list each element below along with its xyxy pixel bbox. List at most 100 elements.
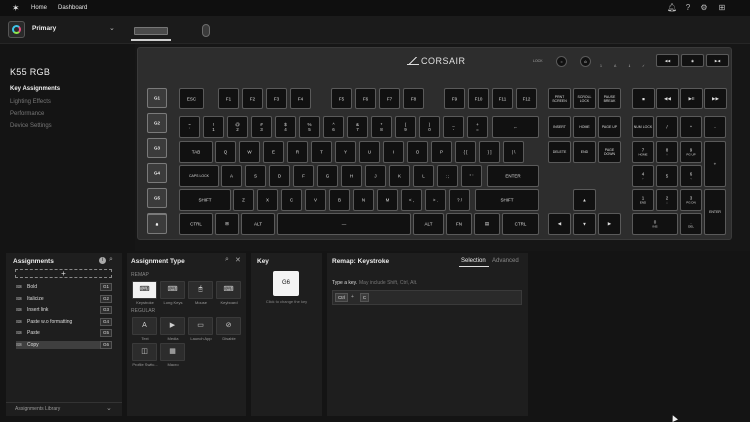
key-alt-left[interactable]: ALT bbox=[241, 213, 275, 235]
key-h[interactable]: H bbox=[341, 165, 362, 187]
menu-performance[interactable]: Performance bbox=[10, 111, 44, 117]
search-icon[interactable]: ⌕ bbox=[109, 256, 113, 264]
key-f2[interactable]: F2 bbox=[242, 88, 263, 109]
key-fn[interactable]: FN bbox=[446, 213, 472, 235]
key-n[interactable]: N bbox=[353, 189, 374, 211]
key-sym[interactable]: { [ bbox=[455, 141, 476, 163]
key-esc[interactable]: ESC bbox=[179, 88, 204, 109]
key-sym[interactable]: } ] bbox=[479, 141, 500, 163]
assignment-item[interactable]: ⌨ Paste G5 bbox=[16, 329, 112, 337]
key-f1[interactable]: F1 bbox=[218, 88, 239, 109]
key-page-up[interactable]: PAGE UP bbox=[598, 116, 621, 138]
regular-profile-switc-tile[interactable]: ◫ bbox=[132, 343, 157, 361]
key-z[interactable]: Z bbox=[233, 189, 254, 211]
device-keyboard-tab[interactable] bbox=[131, 23, 171, 41]
key-d[interactable]: D bbox=[269, 165, 290, 187]
key-ctrl-left[interactable]: CTRL bbox=[179, 213, 213, 235]
key-np-1[interactable]: / bbox=[656, 116, 678, 138]
regular-launch-app-tile[interactable]: ▭ bbox=[188, 317, 213, 335]
key-numpad-0[interactable]: 0 INS bbox=[632, 213, 678, 235]
key-np-3[interactable]: - bbox=[704, 116, 726, 138]
key-f12[interactable]: F12 bbox=[516, 88, 537, 109]
key-arrow-right[interactable]: ▶ bbox=[598, 213, 621, 235]
key-media-top-2[interactable]: ▶◀ bbox=[706, 54, 729, 67]
key-np-2[interactable]: * bbox=[680, 116, 702, 138]
key-numpad-8[interactable]: 8 ↑ bbox=[656, 141, 678, 163]
key-g2[interactable]: G2 bbox=[147, 113, 167, 133]
key-j[interactable]: J bbox=[365, 165, 386, 187]
key-o[interactable]: O bbox=[407, 141, 428, 163]
key-g4[interactable]: G4 bbox=[147, 163, 167, 183]
remap-keystroke-tile[interactable]: ⌨ bbox=[132, 281, 157, 299]
assignment-item[interactable]: ⌨ Paste w.o formatting G4 bbox=[16, 317, 112, 326]
key-alt-right[interactable]: ALT bbox=[413, 213, 444, 235]
key-media-0[interactable]: ■ bbox=[632, 88, 655, 109]
key-media-3[interactable]: ▶▶ bbox=[704, 88, 727, 109]
key-scroll-lock[interactable]: SCROLL LOCK bbox=[573, 88, 596, 109]
key-num-2[interactable]: @2 bbox=[227, 116, 248, 138]
menu-icon[interactable]: ▤ bbox=[474, 213, 500, 235]
key-g1[interactable]: G1 bbox=[147, 88, 167, 108]
tab-selection[interactable]: Selection bbox=[461, 258, 486, 264]
key-selector[interactable]: G6 bbox=[273, 271, 299, 296]
key-num-12[interactable]: + = bbox=[467, 116, 488, 138]
key-y[interactable]: Y bbox=[335, 141, 356, 163]
tab-advanced[interactable]: Advanced bbox=[492, 258, 519, 264]
key-num-1[interactable]: ! 1 bbox=[203, 116, 224, 138]
assignment-item[interactable]: ⌨ Copy G6 bbox=[16, 340, 112, 349]
key-a[interactable]: A bbox=[221, 165, 242, 187]
key-insert[interactable]: INSERT bbox=[548, 116, 571, 138]
key-shift-right[interactable]: SHIFT bbox=[475, 189, 539, 211]
brightness-button[interactable]: ○ bbox=[556, 56, 567, 67]
remap-long-keys-tile[interactable]: ⌨ bbox=[160, 281, 185, 299]
assignments-library[interactable]: Assignments Library bbox=[15, 406, 60, 412]
key-media-top-0[interactable]: ◀◀ bbox=[656, 54, 679, 67]
key-f6[interactable]: F6 bbox=[355, 88, 376, 109]
key-arrow-left[interactable]: ◀ bbox=[548, 213, 571, 235]
menu-device-settings[interactable]: Device Settings bbox=[10, 123, 52, 129]
profile-ring-icon[interactable] bbox=[8, 21, 25, 38]
menu-key-assignments[interactable]: Key Assignments bbox=[10, 86, 60, 92]
key-t[interactable]: T bbox=[311, 141, 332, 163]
key-page-down[interactable]: PAGE DOWN bbox=[598, 141, 621, 163]
assignment-item[interactable]: ⌨ Insert link G3 bbox=[16, 306, 112, 314]
key-numpad-7[interactable]: 7 HOME bbox=[632, 141, 654, 163]
nav-dashboard[interactable]: Dashboard bbox=[58, 3, 87, 13]
key-f4[interactable]: F4 bbox=[290, 88, 311, 109]
key-num-8[interactable]: * 8 bbox=[371, 116, 392, 138]
key-u[interactable]: U bbox=[359, 141, 380, 163]
key-np-0[interactable]: NUM LOCK bbox=[632, 116, 654, 138]
assignment-item[interactable]: ⌨ Italicize G2 bbox=[16, 294, 112, 303]
key-numpad-2[interactable]: 2 ↓ bbox=[656, 189, 678, 211]
close-icon[interactable]: ✕ bbox=[235, 256, 241, 264]
key-sym[interactable]: < , bbox=[401, 189, 422, 211]
key-p[interactable]: P bbox=[431, 141, 452, 163]
assignment-item[interactable]: ⌨ Bold G1 bbox=[16, 283, 112, 291]
regular-macro-tile[interactable]: ▦ bbox=[160, 343, 185, 361]
remap-keyboard-tile[interactable]: ⌨ bbox=[216, 281, 241, 299]
key-w[interactable]: W bbox=[239, 141, 260, 163]
key-b[interactable]: B bbox=[329, 189, 350, 211]
key-num-11[interactable]: _ - bbox=[443, 116, 464, 138]
key-num-5[interactable]: % 5 bbox=[299, 116, 320, 138]
key-num-4[interactable]: $4 bbox=[275, 116, 296, 138]
key-x[interactable]: X bbox=[257, 189, 278, 211]
key-v[interactable]: V bbox=[305, 189, 326, 211]
regular-text-tile[interactable]: A bbox=[132, 317, 157, 335]
key-num-0[interactable]: ~ ` bbox=[179, 116, 200, 138]
regular-media-tile[interactable]: ▶ bbox=[160, 317, 185, 335]
key-pause-break[interactable]: PAUSE BREAK bbox=[598, 88, 621, 109]
key-numpad-6[interactable]: 6 → bbox=[680, 165, 702, 187]
key-e[interactable]: E bbox=[263, 141, 284, 163]
key-i[interactable]: I bbox=[383, 141, 404, 163]
key-space[interactable]: — bbox=[277, 213, 411, 235]
gear-icon[interactable]: ⚙ bbox=[699, 3, 709, 13]
key-f11[interactable]: F11 bbox=[492, 88, 513, 109]
key-shift-left[interactable]: SHIFT bbox=[179, 189, 231, 211]
bell-icon[interactable]: 🔔︎ bbox=[667, 3, 677, 13]
key-f7[interactable]: F7 bbox=[379, 88, 400, 109]
key-num-3[interactable]: #3 bbox=[251, 116, 272, 138]
key-g5[interactable]: G5 bbox=[147, 188, 167, 208]
key-num-10[interactable]: ) 0 bbox=[419, 116, 440, 138]
key-numpad-plus[interactable]: + bbox=[704, 141, 726, 187]
